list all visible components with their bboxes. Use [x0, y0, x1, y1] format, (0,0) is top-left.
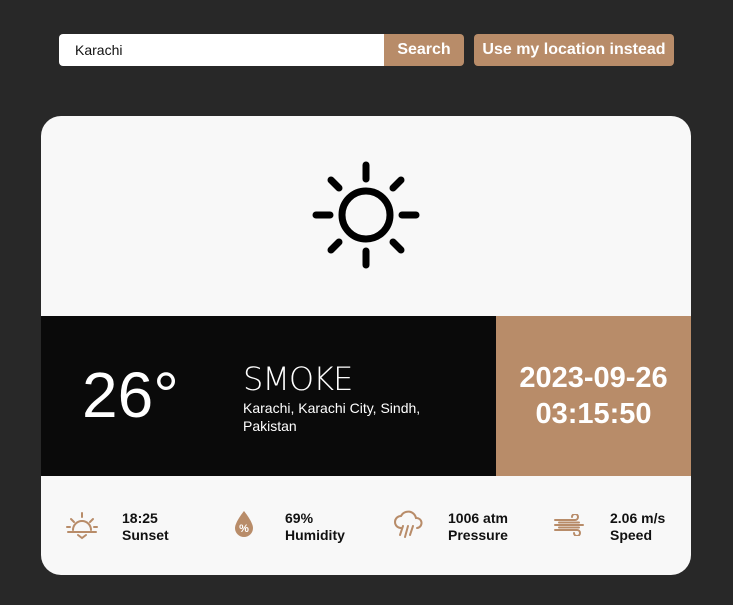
- sunset-icon: [66, 512, 98, 540]
- rain-cloud-icon: [394, 510, 423, 538]
- stat-label: Speed: [610, 527, 653, 543]
- condition-text: SMOKE: [243, 360, 353, 398]
- sun-icon: [312, 161, 420, 269]
- stat-value: 18:25: [122, 510, 158, 526]
- stats-row: 18:25 Sunset % 69% Humidity 1006 atm Pre…: [41, 476, 691, 575]
- stat-value: 1006 atm: [448, 510, 508, 526]
- weather-card: 26° SMOKE Karachi, Karachi City, Sindh, …: [41, 116, 691, 575]
- humidity-drop-icon: %: [235, 511, 253, 537]
- stat-value: 69%: [285, 510, 314, 526]
- stat-label: Pressure: [448, 527, 508, 543]
- time-text: 03:15:50: [535, 398, 652, 430]
- stat-value: 2.06 m/s: [610, 510, 666, 526]
- search-bar: Search: [59, 34, 464, 66]
- conditions-panel: 26° SMOKE Karachi, Karachi City, Sindh, …: [41, 316, 496, 476]
- stat-label: Sunset: [122, 527, 169, 543]
- stat-label: Humidity: [285, 527, 345, 543]
- datetime-panel: 2023-09-26 03:15:50: [496, 316, 691, 476]
- weather-summary: 26° SMOKE Karachi, Karachi City, Sindh, …: [41, 316, 691, 476]
- use-location-button[interactable]: Use my location instead: [474, 34, 674, 66]
- date-text: 2023-09-26: [519, 362, 668, 394]
- weather-icon-area: [41, 116, 691, 316]
- search-input[interactable]: [59, 34, 384, 66]
- temperature: 26°: [82, 359, 179, 431]
- search-button[interactable]: Search: [384, 34, 464, 66]
- wind-icon: [554, 514, 584, 536]
- location-text: Karachi, Karachi City, Sindh, Pakistan: [243, 400, 421, 434]
- svg-text:%: %: [239, 523, 249, 535]
